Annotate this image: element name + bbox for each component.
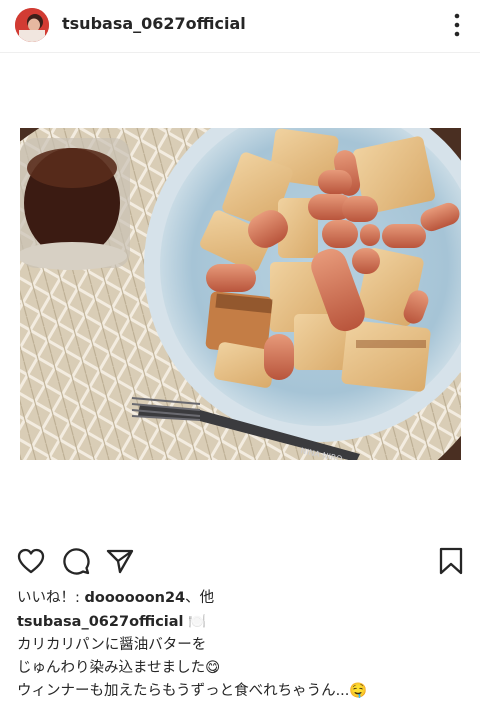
caption-line: カリカリパンに醤油バターを xyxy=(17,637,207,653)
comment-icon[interactable] xyxy=(61,546,91,576)
likes-line: いいね！: doooooon24、他 xyxy=(17,586,214,607)
caption-username[interactable]: tsubasa_0627official xyxy=(17,614,184,630)
share-icon[interactable] xyxy=(105,546,135,576)
post-username[interactable]: tsubasa_0627official xyxy=(62,14,246,33)
post-photo[interactable]: NINA NIRO xyxy=(20,128,461,460)
likes-user[interactable]: doooooon24 xyxy=(85,590,186,606)
bookmark-icon[interactable] xyxy=(436,546,466,576)
post-actions-bar xyxy=(0,540,480,580)
more-options-icon[interactable] xyxy=(452,12,462,38)
post-header: tsubasa_0627official xyxy=(0,0,480,53)
drinking-glass xyxy=(20,138,130,270)
caption-line: ウィンナーも加えたらもうずっと食べれちゃうん...🤤 xyxy=(17,683,368,699)
heart-icon[interactable] xyxy=(16,546,46,576)
plate-emoji: 🍽️ xyxy=(188,614,207,630)
likes-suffix[interactable]: 、他 xyxy=(185,590,214,606)
avatar[interactable] xyxy=(15,8,49,42)
caption-line: じゅんわり染み込ませました😋 xyxy=(17,660,221,676)
likes-prefix: いいね！: xyxy=(17,590,80,606)
post-caption: tsubasa_0627official 🍽️ カリカリパンに醤油バターを じゅ… xyxy=(17,611,472,703)
